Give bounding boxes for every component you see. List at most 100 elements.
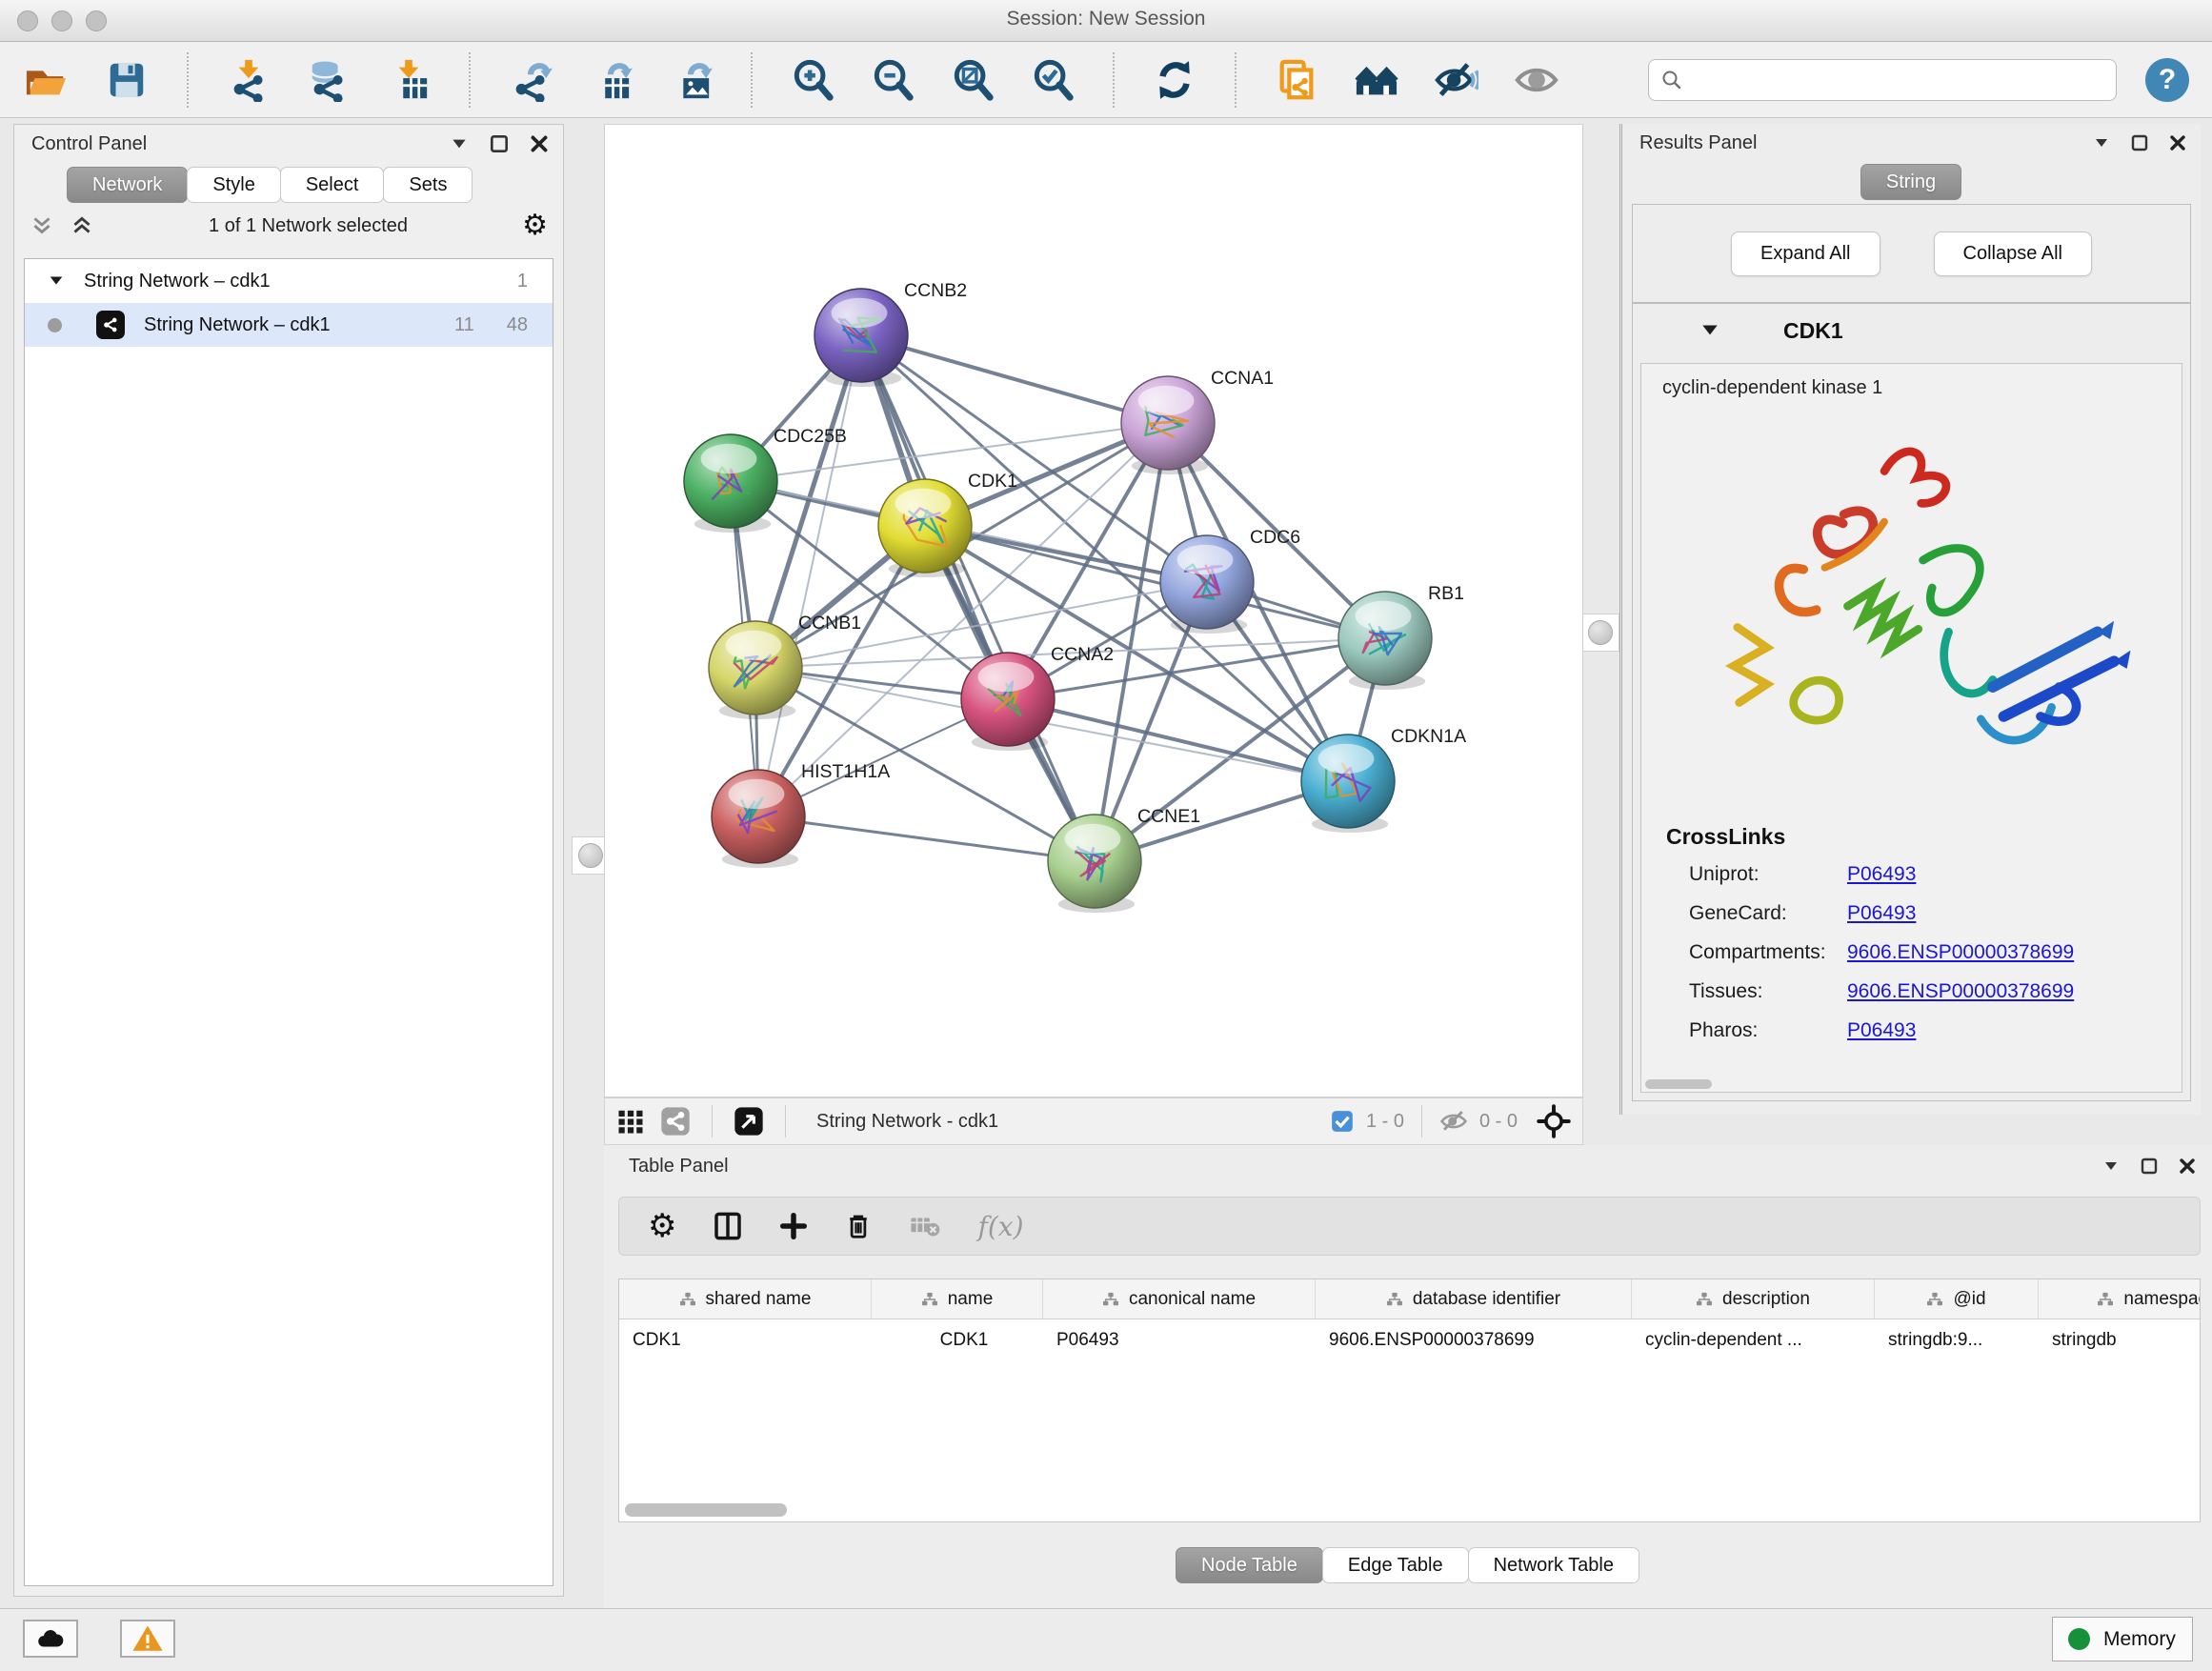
crosslink-link[interactable]: P06493 bbox=[1847, 902, 1916, 925]
save-session-button[interactable] bbox=[103, 55, 151, 105]
hide-graphics-details-button[interactable] bbox=[1433, 55, 1480, 105]
column-header-shared-name[interactable]: shared name bbox=[619, 1279, 872, 1319]
node-cdc6[interactable]: CDC6 bbox=[1160, 527, 1300, 634]
entry-caret-icon[interactable] bbox=[1699, 320, 1720, 341]
import-network-from-file-button[interactable] bbox=[225, 55, 272, 105]
tab-network[interactable]: Network bbox=[67, 167, 188, 203]
column-header-name[interactable]: name bbox=[872, 1279, 1043, 1319]
fit-selected-crosshair-icon[interactable] bbox=[1537, 1104, 1571, 1138]
node-ccne1[interactable]: CCNE1 bbox=[1048, 806, 1200, 913]
cell-canonical-name[interactable]: P06493 bbox=[1043, 1330, 1316, 1351]
cell-name[interactable]: CDK1 bbox=[872, 1330, 1043, 1351]
cell-database-identifier[interactable]: 9606.ENSP00000378699 bbox=[1316, 1330, 1632, 1351]
table-menu-caret-icon[interactable] bbox=[2101, 1157, 2121, 1176]
export-table-button[interactable] bbox=[587, 55, 634, 105]
column-header-namespace[interactable]: namespace bbox=[2039, 1279, 2201, 1319]
results-menu-caret-icon[interactable] bbox=[2092, 133, 2111, 152]
open-session-button[interactable] bbox=[23, 55, 70, 105]
results-close-icon[interactable] bbox=[2168, 133, 2187, 152]
collection-caret-icon[interactable] bbox=[48, 272, 65, 290]
table-hscrollbar-thumb[interactable] bbox=[625, 1503, 787, 1517]
export-network-button[interactable] bbox=[507, 55, 554, 105]
tab-select[interactable]: Select bbox=[280, 167, 385, 203]
cloud-status-button[interactable] bbox=[23, 1620, 78, 1658]
function-builder-icon[interactable]: f(x) bbox=[977, 1211, 1023, 1242]
expand-all-button[interactable]: Expand All bbox=[1731, 232, 1880, 276]
network-collection-row[interactable]: String Network – cdk1 1 bbox=[25, 259, 553, 303]
delete-column-trash-icon[interactable] bbox=[844, 1212, 873, 1240]
session-home-button[interactable] bbox=[1353, 55, 1400, 105]
tab-edge-table[interactable]: Edge Table bbox=[1322, 1547, 1469, 1583]
refresh-button[interactable] bbox=[1151, 55, 1198, 105]
column-header--id[interactable]: @id bbox=[1875, 1279, 2039, 1319]
hidden-eye-slash-icon[interactable] bbox=[1439, 1107, 1468, 1136]
help-button[interactable]: ? bbox=[2145, 58, 2189, 102]
search-input[interactable] bbox=[1683, 69, 2104, 91]
tab-network-table[interactable]: Network Table bbox=[1468, 1547, 1639, 1583]
import-table-from-file-button[interactable] bbox=[385, 55, 432, 105]
network-view-share-icon[interactable] bbox=[660, 1106, 691, 1137]
search-box[interactable] bbox=[1648, 59, 2117, 101]
right-splitter-handle[interactable] bbox=[1581, 614, 1619, 652]
tab-string[interactable]: String bbox=[1860, 164, 1961, 200]
tab-node-table[interactable]: Node Table bbox=[1176, 1547, 1323, 1583]
column-header-description[interactable]: description bbox=[1632, 1279, 1875, 1319]
node-ccna1[interactable]: CCNA1 bbox=[1121, 368, 1274, 474]
create-column-icon[interactable] bbox=[779, 1212, 808, 1240]
table-float-icon[interactable] bbox=[2140, 1157, 2159, 1176]
crosslink-link[interactable]: 9606.ENSP00000378699 bbox=[1847, 941, 2074, 964]
show-columns-icon[interactable] bbox=[713, 1211, 743, 1241]
cell-shared-name[interactable]: CDK1 bbox=[619, 1330, 872, 1351]
column-header-database-identifier[interactable]: database identifier bbox=[1316, 1279, 1632, 1319]
crosslink-link[interactable]: P06493 bbox=[1847, 863, 1916, 886]
network-row[interactable]: String Network – cdk1 11 48 bbox=[25, 303, 553, 347]
expand-all-networks-icon[interactable] bbox=[30, 213, 54, 238]
node-rb1[interactable]: RB1 bbox=[1338, 583, 1464, 690]
close-panel-icon[interactable] bbox=[529, 133, 550, 154]
selected-checkbox-icon[interactable] bbox=[1330, 1109, 1355, 1134]
network-status-dot bbox=[48, 318, 62, 332]
export-image-button[interactable] bbox=[667, 55, 714, 105]
network-options-gear-icon[interactable]: ⚙ bbox=[522, 211, 548, 240]
warnings-button[interactable] bbox=[120, 1620, 175, 1658]
results-float-icon[interactable] bbox=[2130, 133, 2149, 152]
network-edges[interactable] bbox=[731, 335, 1385, 861]
node-ccna2[interactable]: CCNA2 bbox=[961, 644, 1114, 751]
cell-namespace[interactable]: stringdb bbox=[2039, 1330, 2201, 1351]
zoom-in-button[interactable] bbox=[789, 55, 836, 105]
table-options-gear-icon[interactable]: ⚙ bbox=[648, 1210, 676, 1242]
zoom-out-button[interactable] bbox=[869, 55, 916, 105]
column-header-canonical-name[interactable]: canonical name bbox=[1043, 1279, 1316, 1319]
zoom-selected-button[interactable] bbox=[1029, 55, 1076, 105]
network-canvas[interactable]: CCNB2 CCNA1 CDC25B CDK1 CDC6 RB1 CCNB1 bbox=[604, 124, 1583, 1097]
crosslink-label: GeneCard: bbox=[1666, 902, 1847, 925]
import-network-from-database-button[interactable] bbox=[305, 55, 352, 105]
node-ccnb2[interactable]: CCNB2 bbox=[814, 280, 967, 387]
zoom-fit-button[interactable] bbox=[949, 55, 996, 105]
table-close-icon[interactable] bbox=[2178, 1157, 2197, 1176]
node-hist1h1a[interactable]: HIST1H1A bbox=[712, 761, 890, 868]
tab-style[interactable]: Style bbox=[187, 167, 280, 203]
cell--id[interactable]: stringdb:9... bbox=[1875, 1330, 2039, 1351]
crosslink-link[interactable]: 9606.ENSP00000378699 bbox=[1847, 980, 2074, 1003]
tab-sets[interactable]: Sets bbox=[383, 167, 473, 203]
collapse-all-button[interactable]: Collapse All bbox=[1934, 232, 2093, 276]
panel-menu-caret-icon[interactable] bbox=[449, 133, 470, 154]
float-panel-icon[interactable] bbox=[489, 133, 510, 154]
node-ccnb1[interactable]: CCNB1 bbox=[709, 613, 861, 719]
birds-eye-view-icon[interactable] bbox=[734, 1106, 764, 1137]
delete-table-icon[interactable] bbox=[909, 1210, 941, 1242]
table-row[interactable]: CDK1CDK1P064939606.ENSP00000378699cyclin… bbox=[619, 1319, 2200, 1361]
show-graphics-details-button[interactable] bbox=[1513, 55, 1560, 105]
cell-description[interactable]: cyclin-dependent ... bbox=[1632, 1330, 1875, 1351]
crosslink-link[interactable]: P06493 bbox=[1847, 1019, 1916, 1042]
results-scrollbar-thumb[interactable] bbox=[1645, 1079, 1712, 1089]
node-entry-header[interactable]: CDK1 bbox=[1633, 304, 2190, 357]
grid-view-icon[interactable] bbox=[616, 1107, 645, 1136]
node-label: CDC6 bbox=[1250, 527, 1300, 548]
network-graph[interactable]: CCNB2 CCNA1 CDC25B CDK1 CDC6 RB1 CCNB1 bbox=[605, 125, 1582, 1097]
memory-button[interactable]: Memory bbox=[2052, 1617, 2193, 1661]
clone-network-button[interactable] bbox=[1273, 55, 1320, 105]
collapse-all-networks-icon[interactable] bbox=[70, 213, 94, 238]
node-cdkn1a[interactable]: CDKN1A bbox=[1301, 726, 1466, 833]
